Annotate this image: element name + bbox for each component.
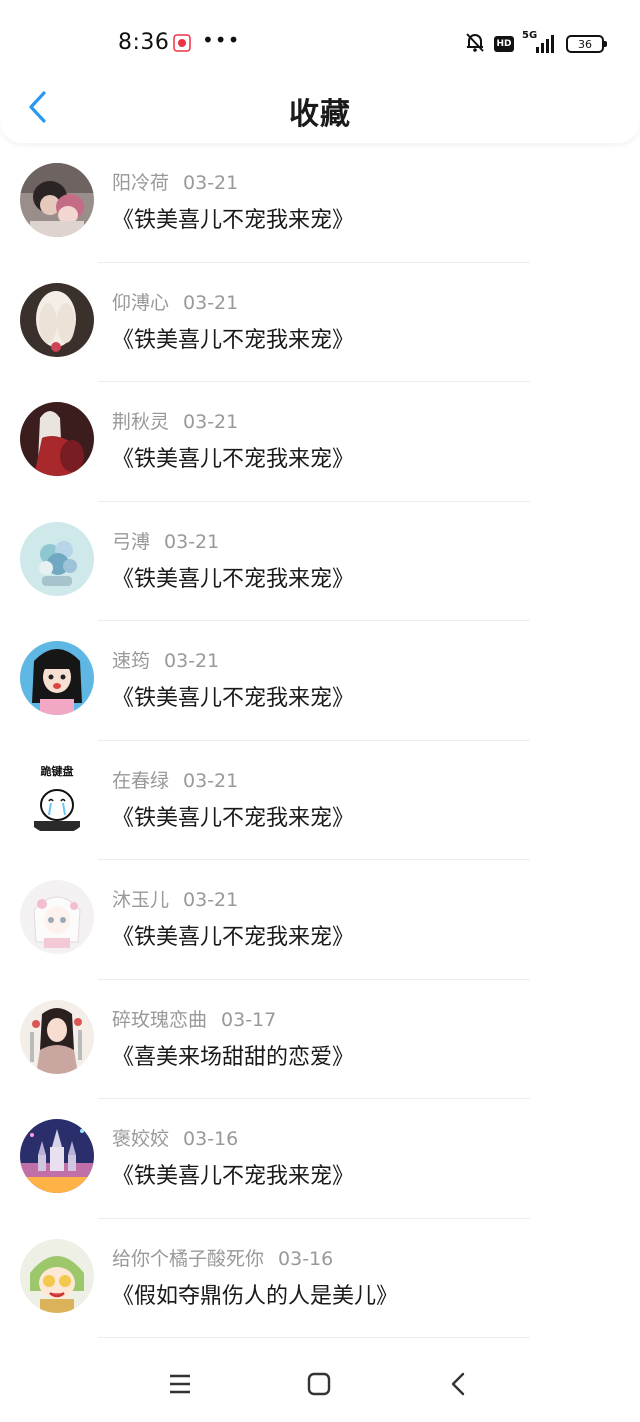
author-name: 速筠 [112,650,151,672]
avatar[interactable] [20,1238,94,1313]
item-meta: 碎玫瑰恋曲 03-17 [112,1005,276,1032]
home-button[interactable] [299,1366,339,1406]
item-meta: 沐玉儿 03-21 [112,885,238,912]
item-meta: 褒姣姣 03-16 [112,1124,238,1151]
item-title[interactable]: 《铁美喜儿不宠我来宠》 [112,561,354,593]
author-name: 阳冷荷 [112,172,170,194]
top-card: 8:36 ••• HD 5G 36 收藏 [0,0,640,143]
bell-muted-icon [464,31,486,57]
battery-level: 36 [578,37,592,51]
signal-icon: 5G [522,30,558,55]
item-date: 03-21 [183,172,239,194]
item-title[interactable]: 《铁美喜儿不宠我来宠》 [112,322,354,354]
avatar[interactable] [20,999,94,1074]
author-name: 褒姣姣 [112,1128,170,1150]
divider [98,1337,530,1338]
system-nav-bar [0,1352,640,1422]
author-name: 在春绿 [112,769,170,792]
item-meta: 阳冷荷 03-21 [112,168,238,195]
item-title[interactable]: 《铁美喜儿不宠我来宠》 [112,441,354,473]
header: 收藏 [0,86,640,132]
item-meta: 弓溥 03-21 [112,527,219,554]
item-date: 03-21 [164,530,220,553]
list-item[interactable]: 荆秋灵 03-21 《铁美喜儿不宠我来宠》 [0,382,640,502]
item-meta: 在春绿 03-21 [112,766,238,793]
avatar[interactable] [20,402,94,476]
item-meta: 荆秋灵 03-21 [112,407,238,434]
author-name: 沐玉儿 [112,889,170,911]
item-title[interactable]: 《铁美喜儿不宠我来宠》 [112,919,354,951]
author-name: 荆秋灵 [112,411,170,433]
author-name: 弓溥 [112,530,151,553]
item-meta: 速筠 03-21 [112,646,219,673]
list-item[interactable]: 弓溥 03-21 《铁美喜儿不宠我来宠》 [0,502,640,621]
list-item[interactable]: 碎玫瑰恋曲 03-17 《喜美来场甜甜的恋爱》 [0,980,640,1099]
avatar[interactable] [20,880,94,954]
list-item[interactable]: 褒姣姣 03-16 《铁美喜儿不宠我来宠》 [0,1099,640,1219]
list-item[interactable]: 速筠 03-21 《铁美喜儿不宠我来宠》 [0,621,640,741]
battery-indicator: 36 [566,35,607,53]
avatar[interactable] [20,163,94,237]
item-title[interactable]: 《假如夺鼎伤人的人是美儿》 [112,1278,398,1310]
item-title[interactable]: 《铁美喜儿不宠我来宠》 [112,800,354,832]
status-bar: 8:36 ••• HD 5G 36 [0,0,640,86]
status-time: 8:36 [118,30,170,55]
network-type: 5G [522,30,538,41]
avatar[interactable] [20,282,94,357]
item-date: 03-16 [183,1128,239,1150]
list-item[interactable]: 阳冷荷 03-21 《铁美喜儿不宠我来宠》 [0,143,640,263]
avatar[interactable] [20,1119,94,1193]
item-date: 03-21 [164,650,220,672]
item-title[interactable]: 《铁美喜儿不宠我来宠》 [112,680,354,712]
item-date: 03-21 [183,291,239,314]
menu-button[interactable] [160,1366,200,1406]
app-notification-icon [173,34,191,52]
hd-voice-badge: HD [494,36,514,52]
back-triangle-icon [450,1372,466,1400]
avatar-caption: 跪键盘 [41,764,74,778]
avatar[interactable]: 跪键盘 [20,760,94,835]
status-icons: HD 5G 36 [464,30,607,58]
page-title: 收藏 [289,97,351,132]
author-name: 给你个橘子酸死你 [112,1247,265,1270]
item-title[interactable]: 《铁美喜儿不宠我来宠》 [112,202,354,234]
menu-icon [168,1373,192,1399]
system-back-button[interactable] [438,1366,478,1406]
item-date: 03-17 [221,1008,277,1031]
list-item[interactable]: 给你个橘子酸死你 03-16 《假如夺鼎伤人的人是美儿》 [0,1219,640,1338]
item-date: 03-21 [183,769,239,792]
item-date: 03-16 [278,1247,334,1270]
list-item[interactable]: 跪键盘 在春绿 03-21 《铁美喜儿不宠我来宠》 [0,741,640,860]
home-square-icon [307,1372,331,1400]
item-date: 03-21 [183,889,239,911]
more-notifications: ••• [202,28,241,52]
item-date: 03-21 [183,411,239,433]
list-item[interactable]: 仰溥心 03-21 《铁美喜儿不宠我来宠》 [0,263,640,382]
item-title[interactable]: 《铁美喜儿不宠我来宠》 [112,1158,354,1190]
avatar[interactable] [20,641,94,715]
item-title[interactable]: 《喜美来场甜甜的恋爱》 [112,1039,354,1071]
item-meta: 仰溥心 03-21 [112,288,238,315]
author-name: 碎玫瑰恋曲 [112,1008,208,1031]
list-item[interactable]: 沐玉儿 03-21 《铁美喜儿不宠我来宠》 [0,860,640,980]
favorites-list: 阳冷荷 03-21 《铁美喜儿不宠我来宠》 仰溥心 03-21 《铁美喜儿不宠我来宠… [0,143,640,1338]
avatar[interactable] [20,521,94,596]
item-meta: 给你个橘子酸死你 03-16 [112,1244,333,1271]
author-name: 仰溥心 [112,291,170,314]
